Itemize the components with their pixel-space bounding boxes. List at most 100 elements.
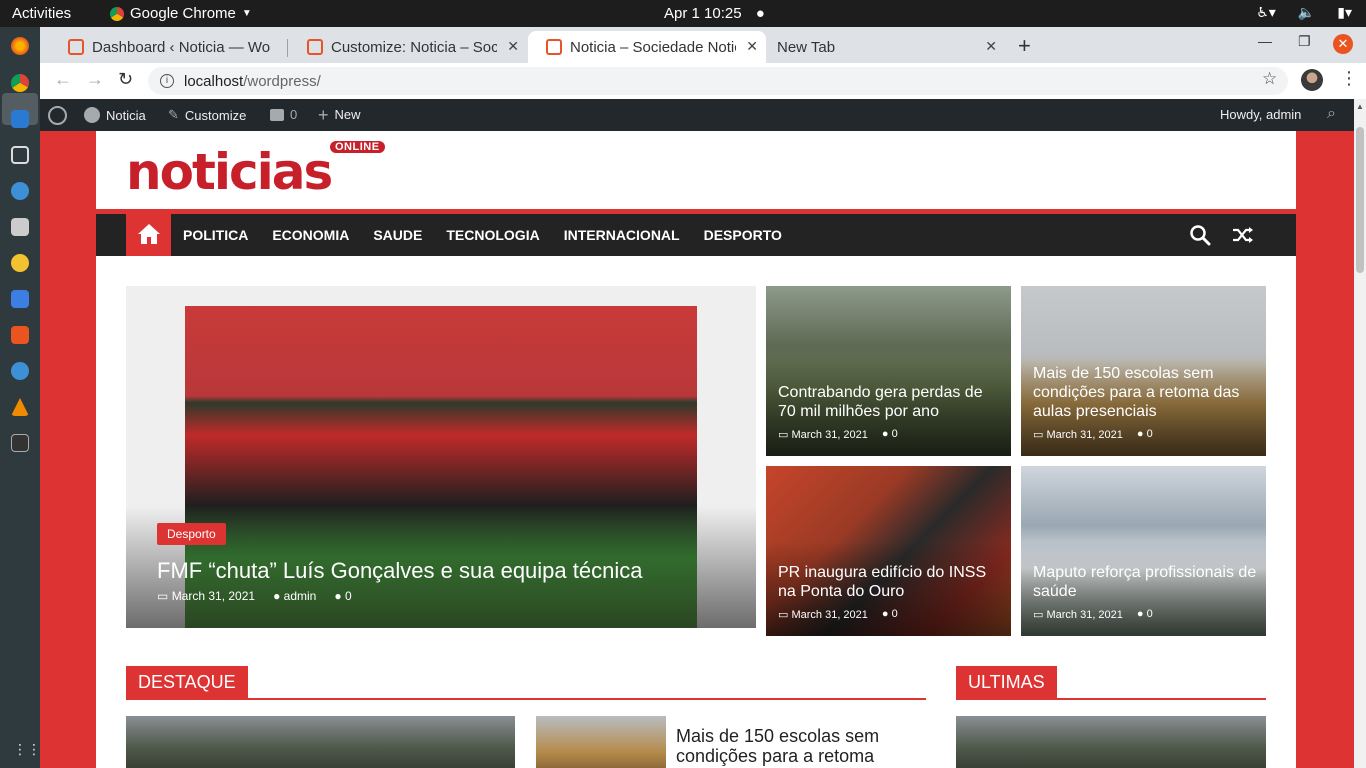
dock: ⋮⋮⋮ — [0, 27, 55, 768]
post-card[interactable]: Maputo reforça profissionais de saúde ▭ … — [1021, 466, 1266, 636]
logo-text: noticias — [126, 143, 333, 201]
post-thumbnail[interactable] — [956, 716, 1266, 768]
admin-site-link[interactable]: Noticia — [84, 107, 146, 123]
info-icon[interactable]: i — [160, 74, 174, 88]
menu-item-desporto[interactable]: DESPORTO — [704, 227, 782, 243]
post-comments-label: 0 — [1146, 608, 1153, 620]
post-card-meta: ▭ March 31, 2021 ● 0 — [1033, 428, 1153, 441]
comment-icon: ● — [1136, 608, 1144, 620]
browser-tab[interactable]: Dashboard ‹ Noticia — Wo — [50, 31, 290, 63]
category-badge[interactable]: Desporto — [157, 523, 226, 545]
post-thumbnail[interactable] — [126, 716, 515, 768]
terminal-icon[interactable] — [11, 434, 29, 452]
post-comments[interactable]: ● 0 — [882, 428, 898, 441]
menu-item-tecnologia[interactable]: TECNOLOGIA — [446, 227, 539, 243]
window-icon[interactable] — [11, 218, 29, 236]
calendar-icon: ▭ — [778, 429, 789, 441]
comment-icon: ● — [881, 428, 889, 440]
page-scrollbar[interactable]: ▲ — [1354, 99, 1366, 768]
post-date-label: March 31, 2021 — [1046, 429, 1123, 441]
reload-icon[interactable]: ↻ — [118, 69, 133, 90]
document-icon[interactable] — [11, 290, 29, 308]
menu-item-saude[interactable]: SAUDE — [373, 227, 422, 243]
address-bar[interactable]: i localhost/wordpress/ — [148, 67, 1288, 95]
post-thumbnail[interactable] — [536, 716, 666, 768]
post-card[interactable]: Contrabando gera perdas de 70 mil milhõe… — [766, 286, 1011, 456]
post-author[interactable]: ● admin — [273, 589, 316, 603]
chat-icon[interactable] — [11, 182, 29, 200]
app-menu[interactable]: Google Chrome ▼ — [110, 5, 252, 22]
forward-icon[interactable]: → — [86, 69, 104, 90]
admin-comments-count: 0 — [290, 107, 298, 122]
post-date[interactable]: ▭ March 31, 2021 — [157, 589, 255, 603]
post-date[interactable]: ▭ March 31, 2021 — [778, 428, 868, 441]
post-card-title[interactable]: Mais de 150 escolas sem condições para a… — [1033, 364, 1258, 421]
post-card-title[interactable]: Contrabando gera perdas de 70 mil milhõe… — [778, 383, 1003, 421]
shuffle-icon[interactable] — [1232, 224, 1254, 246]
close-tab-icon[interactable]: ✕ — [507, 38, 519, 55]
post-date[interactable]: ▭ March 31, 2021 — [1033, 428, 1123, 441]
admin-customize-link[interactable]: ✎ Customize — [168, 107, 246, 123]
site-logo[interactable]: noticias ONLINE — [126, 141, 386, 201]
firefox-icon[interactable] — [11, 37, 29, 55]
wordpress-icon — [48, 106, 67, 125]
menu-item-internacional[interactable]: INTERNACIONAL — [564, 227, 680, 243]
vlc-icon[interactable] — [11, 398, 29, 416]
post-card[interactable]: PR inaugura edifício do INSS na Ponta do… — [766, 466, 1011, 636]
home-button[interactable] — [126, 214, 171, 256]
admin-search-icon[interactable]: ⌕ — [1327, 105, 1336, 123]
battery-icon[interactable]: ▮▾ — [1337, 4, 1352, 21]
search-icon[interactable] — [1189, 224, 1211, 246]
brush-icon: ✎ — [168, 107, 179, 122]
user-icon: ● — [273, 589, 281, 603]
post-card-title[interactable]: PR inaugura edifício do INSS na Ponta do… — [778, 563, 1003, 601]
chrome-icon[interactable] — [11, 74, 29, 92]
admin-comments-link[interactable]: 0 — [270, 107, 297, 122]
software-center-icon[interactable] — [11, 326, 29, 344]
post-card-title[interactable]: Maputo reforça profissionais de saúde — [1033, 563, 1258, 601]
new-tab-icon[interactable]: + — [1018, 33, 1031, 59]
menu-item-politica[interactable]: POLITICA — [183, 227, 248, 243]
back-icon[interactable]: ← — [54, 69, 72, 90]
activities-button[interactable]: Activities — [12, 5, 71, 22]
featured-title[interactable]: FMF “chuta” Luís Gonçalves e sua equipa … — [157, 558, 642, 584]
browser-tab-active[interactable]: Noticia – Sociedade Notici ✕ — [528, 31, 766, 63]
menu-kebab-icon[interactable]: ⋮ — [1340, 68, 1358, 89]
package-icon[interactable] — [11, 146, 29, 164]
close-tab-icon[interactable]: ✕ — [985, 38, 997, 55]
post-card[interactable]: Mais de 150 escolas sem condições para a… — [1021, 286, 1266, 456]
calendar-icon: ▭ — [157, 589, 169, 603]
rhythmbox-icon[interactable] — [11, 254, 29, 272]
system-tray[interactable]: ♿▾ 🔈 ▮▾ — [1256, 4, 1352, 21]
bookmark-star-icon[interactable]: ☆ — [1262, 69, 1277, 89]
volume-icon[interactable]: 🔈 — [1298, 4, 1315, 21]
post-date[interactable]: ▭ March 31, 2021 — [778, 608, 868, 621]
featured-post[interactable]: Desporto FMF “chuta” Luís Gonçalves e su… — [126, 286, 756, 628]
page-background: noticias ONLINE POLITICA ECONOMIA SAUDE … — [40, 131, 1354, 768]
browser-tab[interactable]: Customize: Noticia – Socie ✕ — [289, 31, 527, 63]
close-window-icon[interactable]: ✕ — [1333, 34, 1353, 54]
close-tab-icon[interactable]: ✕ — [746, 38, 758, 55]
post-comments[interactable]: ● 0 — [334, 589, 351, 603]
admin-new-link[interactable]: + New — [318, 106, 361, 124]
clock[interactable]: Apr 1 10:25 ● — [664, 5, 765, 22]
admin-howdy[interactable]: Howdy, admin — [1220, 107, 1301, 122]
scroll-thumb[interactable] — [1356, 127, 1364, 273]
vscode-icon[interactable] — [11, 110, 29, 128]
profile-avatar[interactable] — [1301, 69, 1323, 91]
section-title: ULTIMAS — [956, 666, 1057, 700]
post-comments[interactable]: ● 0 — [882, 608, 898, 621]
scroll-up-icon[interactable]: ▲ — [1356, 102, 1364, 111]
post-date[interactable]: ▭ March 31, 2021 — [1033, 608, 1123, 621]
maximize-icon[interactable]: ❐ — [1298, 33, 1311, 50]
post-title[interactable]: Mais de 150 escolas sem condições para a… — [676, 726, 906, 766]
browser-tab[interactable]: New Tab ✕ — [767, 31, 1005, 63]
menu-item-economia[interactable]: ECONOMIA — [272, 227, 349, 243]
minimize-icon[interactable]: — — [1258, 33, 1272, 49]
post-comments[interactable]: ● 0 — [1137, 428, 1153, 441]
tab-title: Customize: Noticia – Socie — [331, 38, 497, 56]
help-icon[interactable] — [11, 362, 29, 380]
accessibility-icon[interactable]: ♿▾ — [1256, 4, 1276, 21]
wordpress-logo-icon[interactable] — [48, 106, 67, 125]
post-comments[interactable]: ● 0 — [1137, 608, 1153, 621]
